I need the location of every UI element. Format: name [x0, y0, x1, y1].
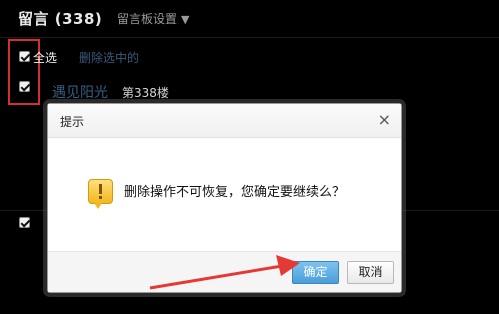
annotation-arrow-head [276, 255, 300, 276]
annotation-arrow [149, 255, 300, 290]
annotation-arrow-shaft [149, 264, 283, 290]
